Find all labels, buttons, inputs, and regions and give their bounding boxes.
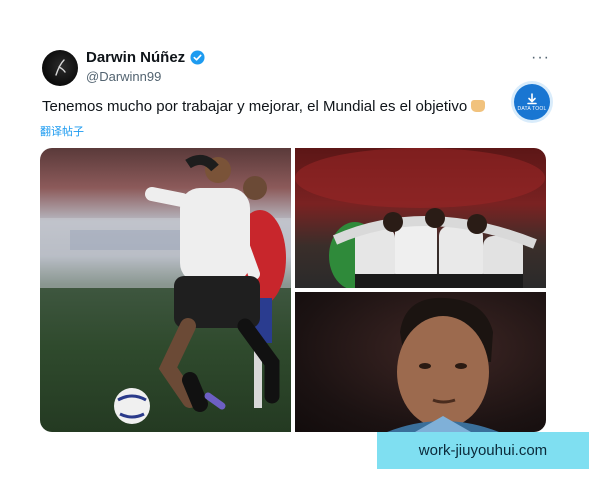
photo-team-huddle-art [295,148,545,288]
download-badge[interactable]: DATA TOOL [514,84,550,120]
author-name-row: Darwin Núñez [86,49,205,66]
watermark-banner: work-jiuyouhui.com [377,432,589,469]
tweet-text: Tenemos mucho por trabajar y mejorar, el… [42,98,486,115]
tweet-body: Tenemos mucho por trabajar y mejorar, el… [42,98,468,115]
photo-player-portrait[interactable] [295,292,546,432]
tweet-card[interactable]: Darwin Núñez @Darwinn99 ··· Tenemos much… [20,30,580,450]
photo-team-huddle[interactable] [295,148,546,288]
author-display-name[interactable]: Darwin Núñez [86,49,185,66]
download-badge-label: DATA TOOL [517,105,547,112]
translate-post-link[interactable]: 翻译帖子 [40,123,84,139]
more-options-button[interactable]: ··· [531,50,550,66]
author-avatar[interactable] [42,50,78,86]
watermark-text: work-jiuyouhui.com [418,442,548,459]
photo-player-portrait-art [387,297,499,432]
verified-badge-icon [190,50,205,65]
media-grid [40,148,546,432]
download-arrow-icon [527,92,537,104]
photo-player-dribbling[interactable] [40,148,291,432]
fist-bump-emoji-icon [471,100,486,112]
signature-logo-icon [55,59,66,76]
author-handle[interactable]: @Darwinn99 [86,69,161,84]
photo-player-dribbling-art [40,154,291,424]
